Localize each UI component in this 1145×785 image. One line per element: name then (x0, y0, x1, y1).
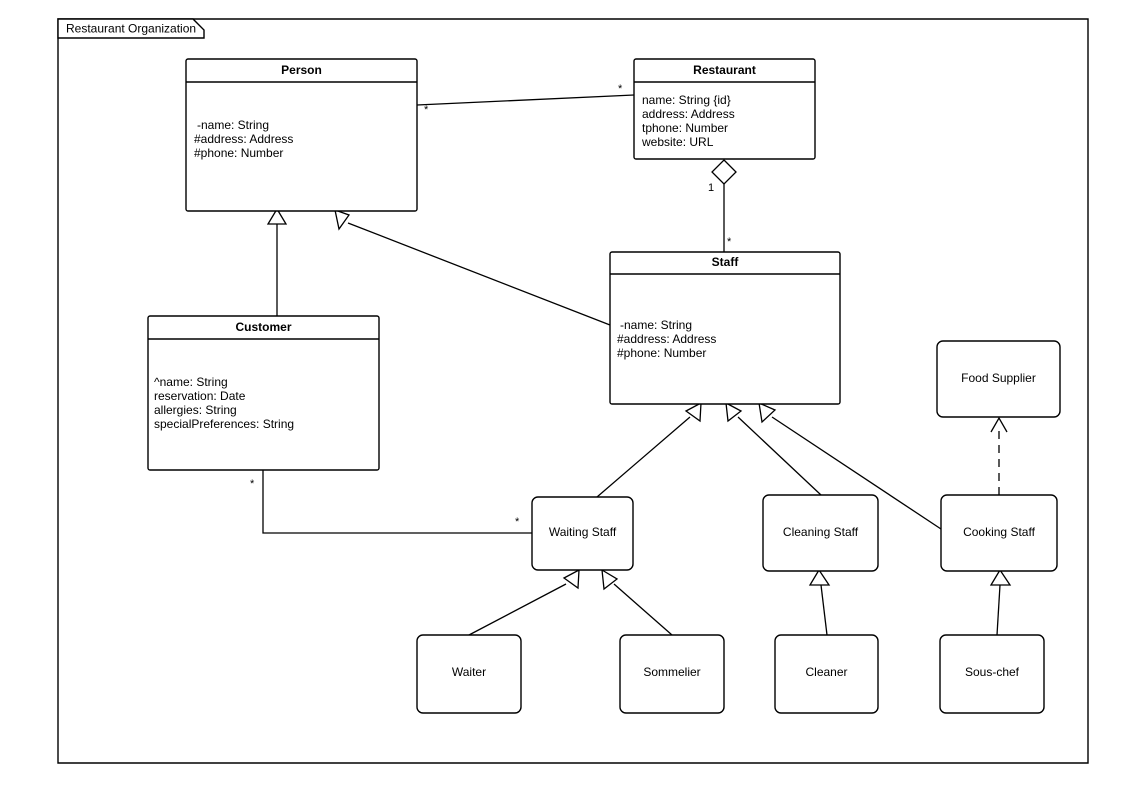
class-attribute: -name: String (197, 118, 269, 132)
multiplicity-restaurant-aggregate-end: 1 (708, 182, 714, 194)
uml-class-diagram: Restaurant Organization * * 1 * * * Pers… (0, 0, 1145, 785)
multiplicity-waitingstaff-end: * (515, 516, 520, 528)
multiplicity-customer-end: * (250, 478, 255, 490)
class-attribute: allergies: String (154, 403, 237, 417)
class-attribute: name: String {id} (642, 93, 731, 107)
class-attribute: address: Address (642, 107, 735, 121)
class-box-waiting-staff[interactable]: Waiting Staff (531, 496, 634, 571)
class-name-sommelier: Sommelier (643, 665, 700, 679)
class-name-staff: Staff (712, 255, 740, 269)
class-box-cleaner[interactable]: Cleaner (774, 634, 879, 714)
class-box-cooking-staff[interactable]: Cooking Staff (940, 494, 1058, 572)
class-attribute: specialPreferences: String (154, 417, 294, 431)
class-attribute: ^name: String (154, 375, 228, 389)
class-box-sous-chef[interactable]: Sous-chef (939, 634, 1045, 714)
class-box-food-supplier[interactable]: Food Supplier (936, 340, 1061, 418)
class-box-customer[interactable]: Customer ^name: String reservation: Date… (147, 315, 380, 471)
class-name-cleaning-staff: Cleaning Staff (783, 525, 859, 539)
class-attribute: reservation: Date (154, 389, 246, 403)
class-attribute: website: URL (641, 135, 714, 149)
class-name-cooking-staff: Cooking Staff (963, 525, 1035, 539)
class-attribute: #phone: Number (617, 346, 706, 360)
class-box-cleaning-staff[interactable]: Cleaning Staff (762, 494, 879, 572)
class-box-person[interactable]: Person -name: String #address: Address #… (185, 58, 418, 212)
class-attribute: #phone: Number (194, 146, 283, 160)
class-attribute: -name: String (620, 318, 692, 332)
class-attribute: #address: Address (617, 332, 716, 346)
class-box-restaurant[interactable]: Restaurant name: String {id} address: Ad… (633, 58, 816, 160)
diagram-canvas: Restaurant Organization * * 1 * * * Pers… (57, 18, 1089, 764)
class-name-customer: Customer (235, 320, 291, 334)
class-box-sommelier[interactable]: Sommelier (619, 634, 725, 714)
frame-label-text: Restaurant Organization (66, 22, 196, 36)
class-name-waiter: Waiter (452, 665, 486, 679)
class-name-restaurant: Restaurant (693, 63, 756, 77)
class-name-waiting-staff: Waiting Staff (549, 525, 617, 539)
class-name-food-supplier: Food Supplier (961, 371, 1036, 385)
class-name-person: Person (281, 63, 322, 77)
class-box-waiter[interactable]: Waiter (416, 634, 522, 714)
class-attribute: #address: Address (194, 132, 293, 146)
class-name-cleaner: Cleaner (805, 665, 847, 679)
multiplicity-restaurant-end: * (618, 83, 623, 95)
multiplicity-person-end: * (424, 104, 429, 116)
class-attribute: tphone: Number (642, 121, 728, 135)
multiplicity-staff-end: * (727, 236, 732, 248)
class-name-sous-chef: Sous-chef (965, 665, 1020, 679)
class-box-staff[interactable]: Staff -name: String #address: Address #p… (609, 251, 841, 405)
